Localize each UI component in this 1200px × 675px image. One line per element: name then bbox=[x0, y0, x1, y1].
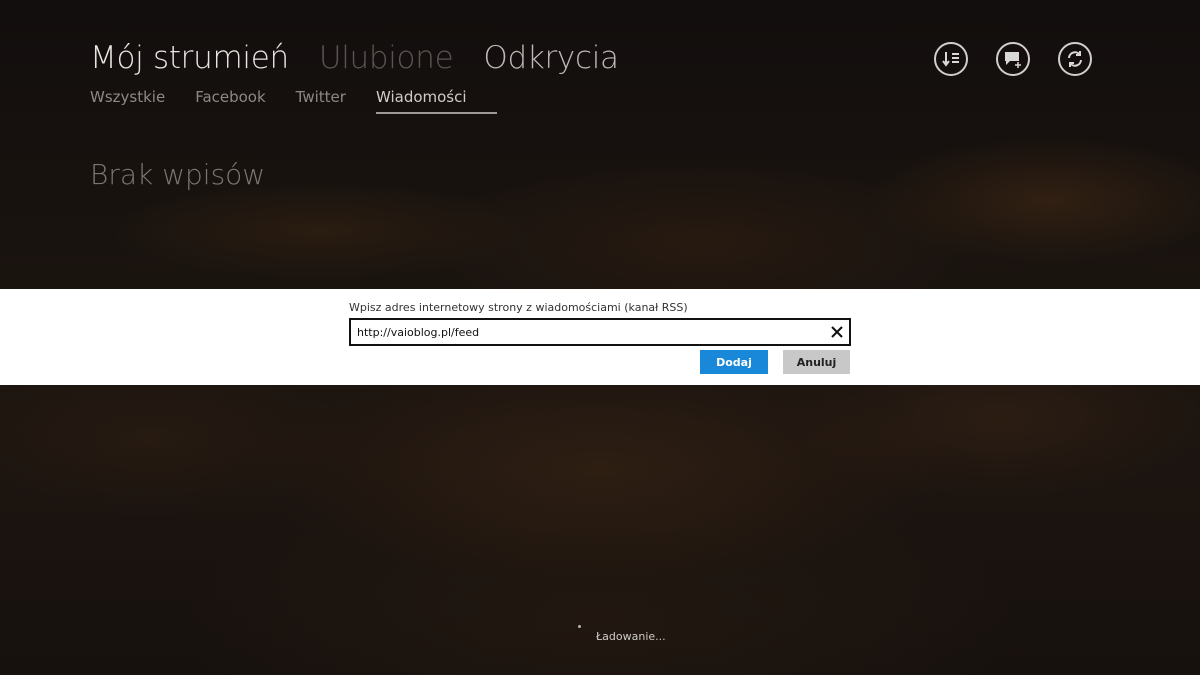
pivot-header: Mój strumień Ulubione Odkrycia bbox=[90, 40, 619, 76]
feed-url-input[interactable] bbox=[357, 320, 817, 344]
refresh-button[interactable] bbox=[1058, 42, 1092, 76]
feed-url-box bbox=[349, 318, 851, 346]
close-icon bbox=[829, 325, 845, 344]
loading-indicator bbox=[578, 625, 581, 628]
empty-state-message: Brak wpisów bbox=[90, 158, 266, 191]
loading-text: Ładowanie... bbox=[596, 630, 666, 643]
app-bar bbox=[934, 42, 1092, 76]
add-button[interactable]: Dodaj bbox=[700, 350, 768, 374]
cancel-button[interactable]: Anuluj bbox=[783, 350, 850, 374]
subtab-bar: Wszystkie Facebook Twitter Wiadomości bbox=[90, 88, 497, 114]
subtab-news[interactable]: Wiadomości bbox=[375, 88, 497, 114]
pivot-favorites[interactable]: Ulubione bbox=[319, 40, 454, 76]
add-comment-icon bbox=[1003, 50, 1023, 68]
feed-url-label: Wpisz adres internetowy strony z wiadomo… bbox=[349, 301, 688, 314]
sort-button[interactable] bbox=[934, 42, 968, 76]
subtab-all[interactable]: Wszystkie bbox=[90, 88, 165, 114]
subtab-facebook[interactable]: Facebook bbox=[195, 88, 265, 114]
pivot-discoveries[interactable]: Odkrycia bbox=[483, 40, 619, 76]
sort-list-icon bbox=[942, 51, 960, 67]
pivot-my-stream[interactable]: Mój strumień bbox=[90, 40, 289, 76]
add-comment-button[interactable] bbox=[996, 42, 1030, 76]
add-feed-dialog: Wpisz adres internetowy strony z wiadomo… bbox=[0, 289, 1200, 385]
clear-input-button[interactable] bbox=[829, 324, 845, 340]
refresh-icon bbox=[1066, 50, 1084, 68]
subtab-twitter[interactable]: Twitter bbox=[296, 88, 346, 114]
